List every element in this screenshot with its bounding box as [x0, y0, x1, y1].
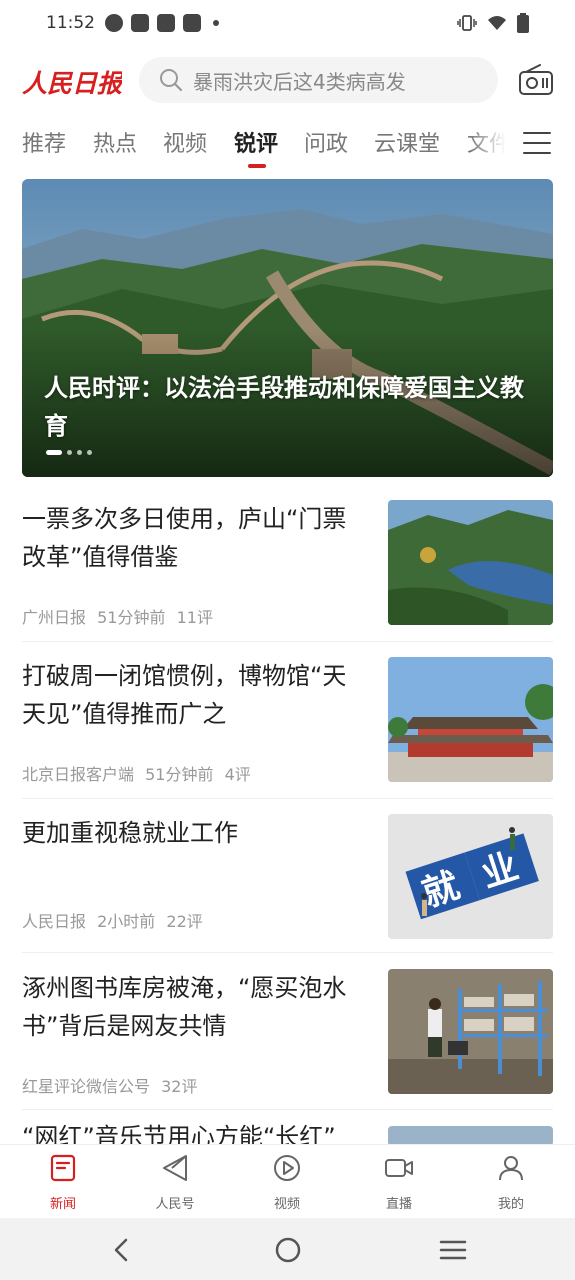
- news-time: 2小时前: [97, 912, 156, 931]
- status-bar: 11:52: [0, 0, 575, 46]
- news-title: 一票多次多日使用，庐山“门票改革”值得借鉴: [22, 505, 347, 571]
- carousel-indicator: [46, 450, 92, 455]
- news-thumbnail: [388, 1126, 553, 1144]
- list-divider: [22, 798, 553, 799]
- status-time: 11:52: [46, 13, 95, 33]
- museum-building-image: [388, 657, 553, 782]
- bag-icon: [131, 14, 149, 32]
- nav-live[interactable]: 直播: [359, 1153, 439, 1212]
- bottom-navigation: 新闻 人民号 视频 直播 我的: [0, 1144, 575, 1218]
- news-thumbnail: 就 业: [388, 814, 553, 939]
- list-divider: [22, 952, 553, 953]
- news-thumbnail: [388, 969, 553, 1094]
- flooded-books-image: [388, 969, 553, 1094]
- news-comments: 4评: [224, 765, 251, 784]
- news-title: 更加重视稳就业工作: [22, 819, 238, 847]
- news-title: 打破周一闭馆惯例，博物馆“天天见”值得推而广之: [22, 662, 347, 728]
- nav-label: 直播: [385, 1197, 412, 1212]
- news-item[interactable]: 涿州图书库房被淹，“愿买泡水书”背后是网友共情 红星评论微信公号 32评: [22, 969, 553, 1099]
- news-title: 涿州图书库房被淹，“愿买泡水书”背后是网友共情: [22, 974, 347, 1040]
- system-navigation-bar: [0, 1218, 575, 1280]
- bag-icon: [157, 14, 175, 32]
- tab-hot[interactable]: 热点: [93, 126, 137, 158]
- news-meta: 广州日报 51分钟前 11评: [22, 604, 219, 628]
- logo-text: 人民日报: [22, 69, 122, 98]
- news-comments: 32评: [161, 1077, 198, 1096]
- news-thumbnail: [388, 500, 553, 625]
- person-icon: [499, 1156, 523, 1181]
- list-divider: [22, 1109, 553, 1110]
- tab-video[interactable]: 视频: [163, 126, 207, 158]
- news-item[interactable]: “网红”音乐节用心方能“长红”: [22, 1124, 553, 1144]
- nav-mine[interactable]: 我的: [471, 1153, 551, 1212]
- tab-commentary[interactable]: 锐评: [234, 126, 278, 158]
- nav-label: 我的: [497, 1197, 524, 1212]
- notification-icons: [105, 14, 219, 32]
- news-item[interactable]: 一票多次多日使用，庐山“门票改革”值得借鉴 广州日报 51分钟前 11评: [22, 500, 553, 630]
- recents-icon[interactable]: [439, 1236, 467, 1264]
- employment-image: 就 业: [388, 814, 553, 939]
- channel-menu-icon[interactable]: [523, 132, 551, 156]
- nav-video[interactable]: 视频: [247, 1153, 327, 1212]
- news-source: 红星评论微信公号: [22, 1077, 151, 1096]
- news-meta: 红星评论微信公号 32评: [22, 1073, 203, 1097]
- news-time: 51分钟前: [97, 608, 166, 627]
- search-bar[interactable]: 暴雨洪灾后这4类病高发: [139, 57, 498, 103]
- app-header: 人民日报 暴雨洪灾后这4类病高发: [0, 52, 575, 110]
- news-comments: 11评: [176, 608, 213, 627]
- more-notifications-dot: [213, 20, 219, 26]
- news-meta: 北京日报客户端 51分钟前 4评: [22, 761, 257, 785]
- news-comments: 22评: [166, 912, 203, 931]
- people-daily-logo[interactable]: 人民日报: [22, 58, 122, 102]
- news-source: 广州日报: [22, 608, 87, 627]
- play-icon: [274, 1155, 300, 1181]
- news-time: 51分钟前: [145, 765, 214, 784]
- bag-icon: [183, 14, 201, 32]
- news-item[interactable]: 更加重视稳就业工作 人民日报 2小时前 22评 就 业: [22, 814, 553, 944]
- channel-tabs: 推荐 热点 视频 锐评 问政 云课堂 文件: [0, 120, 575, 170]
- nav-news[interactable]: 新闻: [23, 1153, 103, 1212]
- nav-people-account[interactable]: 人民号: [135, 1153, 215, 1212]
- search-icon: [160, 69, 183, 92]
- tab-inquiry[interactable]: 问政: [304, 126, 348, 158]
- news-thumbnail: [388, 657, 553, 782]
- search-placeholder: 暴雨洪灾后这4类病高发: [193, 69, 406, 94]
- news-source: 人民日报: [22, 912, 87, 931]
- back-icon[interactable]: [108, 1236, 136, 1264]
- system-status-icons: [457, 13, 529, 33]
- paper-plane-icon: [163, 1155, 187, 1181]
- nav-label: 人民号: [155, 1197, 195, 1212]
- vibrate-icon: [457, 15, 477, 31]
- wifi-icon: [488, 16, 506, 30]
- nav-label: 新闻: [49, 1197, 76, 1212]
- list-divider: [22, 641, 553, 642]
- radio-icon[interactable]: [518, 64, 554, 96]
- circle-status-icon: [105, 14, 123, 32]
- tab-fade-overlay: [470, 120, 515, 170]
- carousel-dot: [77, 450, 82, 455]
- news-meta: 人民日报 2小时前 22评: [22, 908, 209, 932]
- active-tab-indicator: [248, 164, 266, 168]
- news-icon: [50, 1154, 76, 1182]
- tab-recommend[interactable]: 推荐: [22, 126, 66, 158]
- tab-cloud-class[interactable]: 云课堂: [374, 126, 440, 158]
- battery-icon: [517, 13, 529, 33]
- carousel-dot: [67, 450, 72, 455]
- carousel-dot-active: [46, 450, 62, 455]
- carousel-dot: [87, 450, 92, 455]
- hero-banner[interactable]: 人民时评：以法治手段推动和保障爱国主义教育: [22, 179, 553, 477]
- camera-icon: [385, 1159, 413, 1177]
- nav-label: 视频: [273, 1197, 300, 1212]
- news-item[interactable]: 打破周一闭馆惯例，博物馆“天天见”值得推而广之 北京日报客户端 51分钟前 4评: [22, 657, 553, 787]
- news-source: 北京日报客户端: [22, 765, 135, 784]
- hero-caption: 人民时评：以法治手段推动和保障爱国主义教育: [44, 374, 524, 440]
- home-icon[interactable]: [274, 1236, 302, 1264]
- news-title: “网红”音乐节用心方能“长红”: [22, 1124, 336, 1144]
- lake-mountain-image: [388, 500, 553, 625]
